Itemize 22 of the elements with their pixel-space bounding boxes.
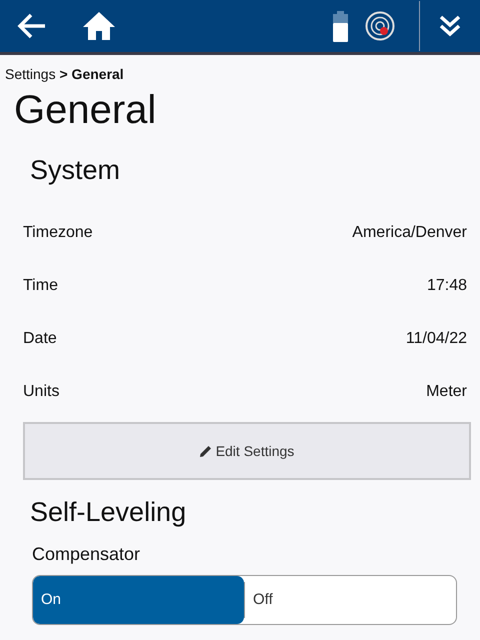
arrow-left-icon <box>17 13 47 39</box>
setting-value: America/Denver <box>352 222 467 243</box>
setting-value: 11/04/22 <box>406 328 467 349</box>
pencil-icon <box>200 445 212 458</box>
home-icon <box>82 11 116 41</box>
breadcrumb: Settings > General <box>4 65 125 82</box>
setting-label: Time <box>23 276 58 296</box>
chevron-down-icon <box>439 15 461 37</box>
page-title: General <box>14 87 158 134</box>
setting-value: 17:48 <box>426 276 467 296</box>
edit-settings-button[interactable]: Edit Settings <box>23 422 471 480</box>
setting-label: Units <box>23 382 60 402</box>
toggle-option[interactable]: On <box>33 576 244 624</box>
setting-label: Timezone <box>23 222 93 243</box>
toggle-option[interactable]: Off <box>244 582 456 618</box>
target-icon <box>365 11 395 41</box>
section-title: System <box>30 154 122 186</box>
setting-value: Meter <box>426 382 467 402</box>
section-title: Self-Leveling <box>30 496 188 529</box>
setting-label: Date <box>23 328 57 349</box>
battery-icon <box>333 10 348 42</box>
field-label: Compensator <box>32 542 142 566</box>
